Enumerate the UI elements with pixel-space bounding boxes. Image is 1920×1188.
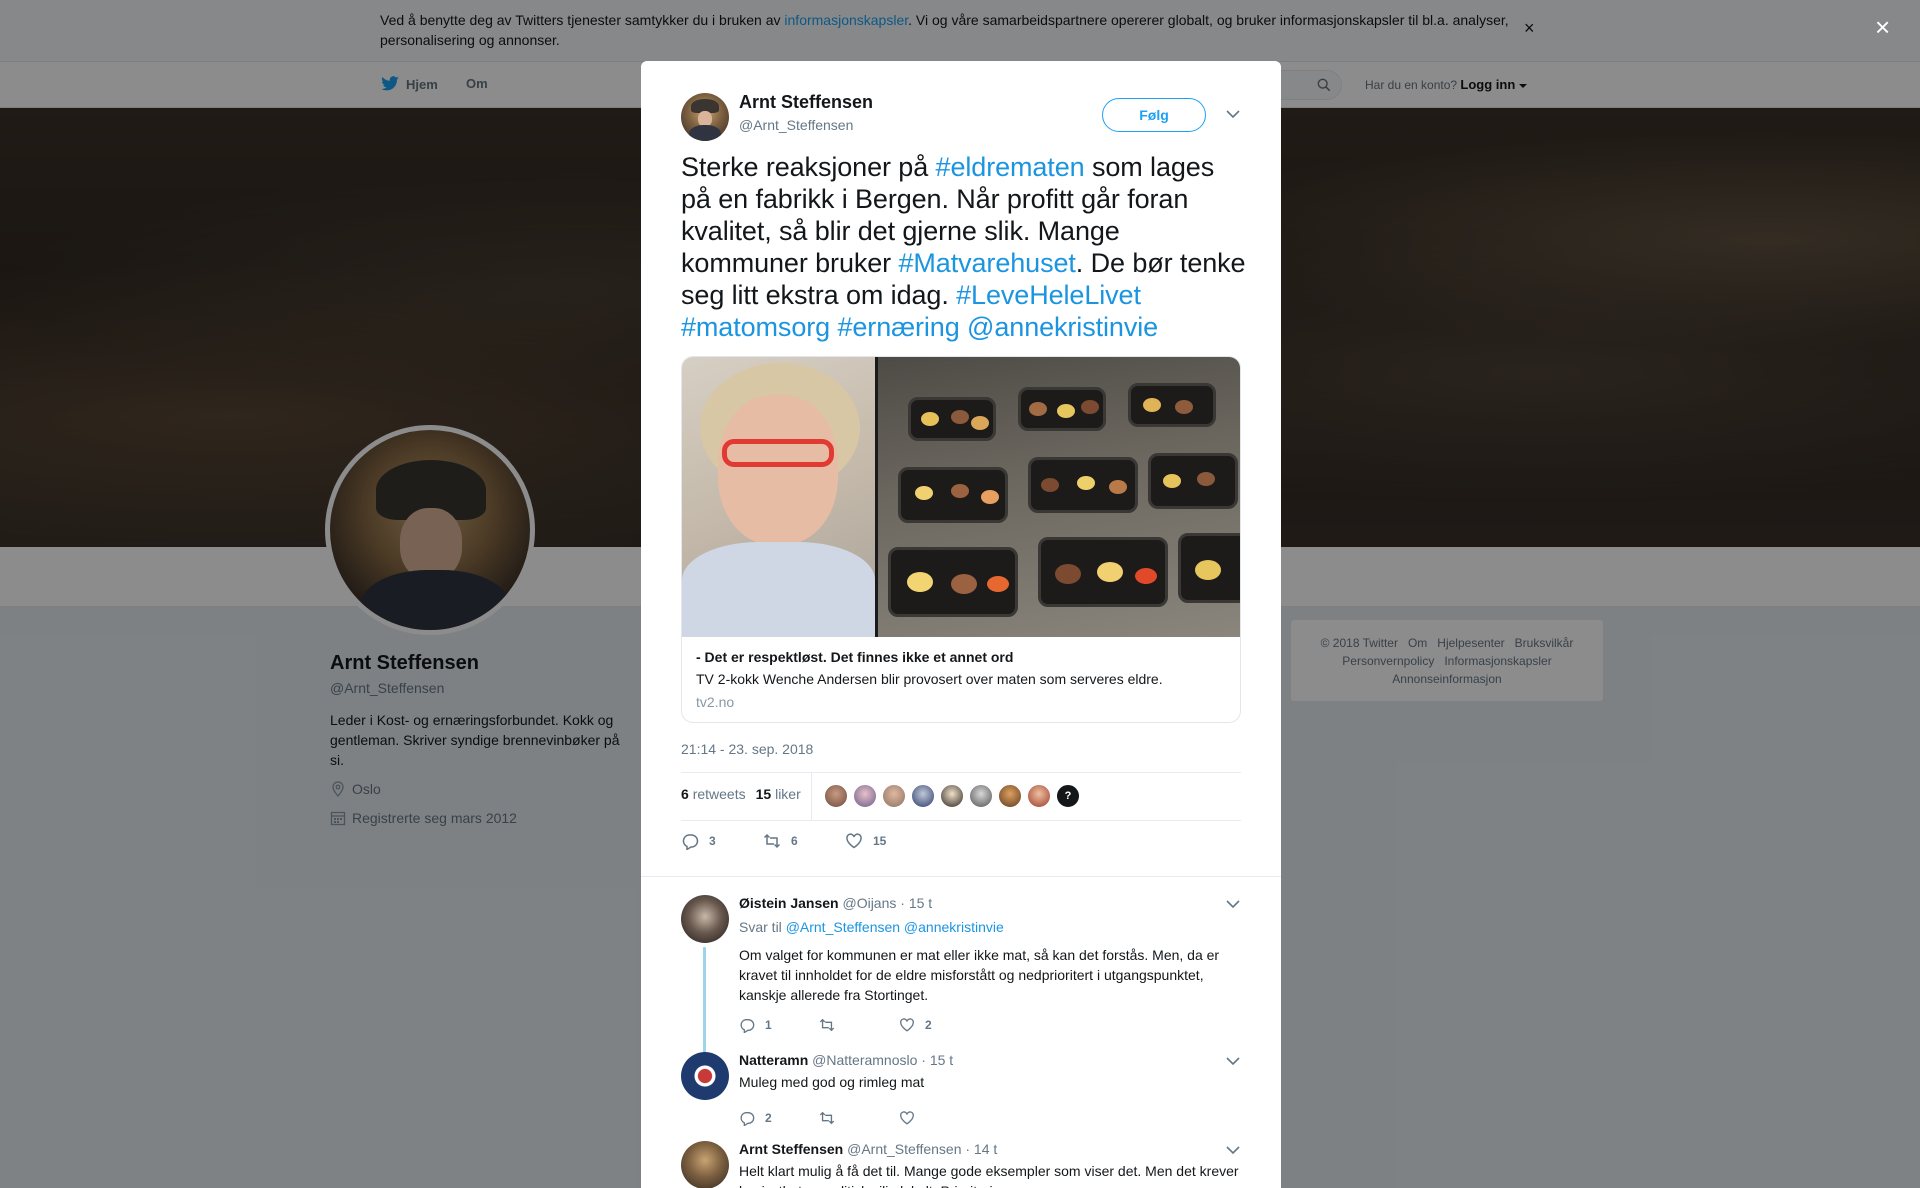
- chevron-down-icon[interactable]: [1226, 899, 1240, 909]
- reply-header: Arnt Steffensen @Arnt_Steffensen · 14 t: [739, 1141, 997, 1157]
- retweet-action[interactable]: 6: [763, 832, 845, 850]
- author-name[interactable]: Arnt Steffensen: [739, 92, 873, 113]
- reply-to-mentions[interactable]: @Arnt_Steffensen @annekristinvie: [786, 919, 1004, 935]
- reply-to-line: Svar til @Arnt_Steffensen @annekristinvi…: [739, 919, 1004, 935]
- liker-avatar[interactable]: [998, 784, 1022, 808]
- retweet-icon: [819, 1111, 835, 1125]
- liker-avatar[interactable]: [1027, 784, 1051, 808]
- liker-avatar[interactable]: [911, 784, 935, 808]
- like-count: 15: [873, 834, 887, 848]
- tweet-text: Sterke reaksjoner på #eldrematen som lag…: [681, 151, 1249, 343]
- reply-author-name[interactable]: Natteramn: [739, 1052, 808, 1068]
- follow-button[interactable]: Følg: [1102, 98, 1206, 132]
- reply-action[interactable]: 2: [739, 1110, 819, 1126]
- tweet-hashtag-link[interactable]: #matomsorg: [681, 312, 830, 342]
- reply-time[interactable]: · 15 t: [900, 895, 932, 911]
- reply-action[interactable]: 1: [739, 1017, 819, 1033]
- likes-stat[interactable]: 15 liker: [756, 786, 801, 802]
- heart-icon: [900, 1018, 914, 1032]
- reply-author-name[interactable]: Øistein Jansen: [739, 895, 839, 911]
- reply-author-handle[interactable]: @Arnt_Steffensen: [847, 1141, 961, 1157]
- reply-time[interactable]: · 14 t: [965, 1141, 997, 1157]
- heart-icon: [900, 1111, 914, 1125]
- reply-count: 3: [709, 834, 716, 848]
- card-image-food-trays: [878, 357, 1240, 637]
- retweets-label: retweets: [692, 786, 746, 802]
- retweet-action[interactable]: [819, 1110, 899, 1126]
- retweet-icon: [819, 1018, 835, 1032]
- reply-author-name[interactable]: Arnt Steffensen: [739, 1141, 843, 1157]
- reply-icon: [740, 1019, 755, 1033]
- card-domain: tv2.no: [696, 694, 735, 710]
- reply-actions: 2: [739, 1110, 979, 1126]
- liker-avatar[interactable]: [969, 784, 993, 808]
- reply-text: Muleg med god og rimleg mat: [739, 1074, 925, 1090]
- reply-avatar[interactable]: [681, 895, 729, 943]
- tweet-actions: 3 6 15: [681, 832, 886, 850]
- reply-header: Natteramn @Natteramnoslo · 15 t: [739, 1052, 953, 1068]
- reply-text: Helt klart mulig å få det til. Mange god…: [739, 1163, 1239, 1188]
- likes-label: liker: [775, 786, 801, 802]
- reply-count: 2: [765, 1111, 772, 1125]
- tweet-hashtag-link[interactable]: #ernæring: [837, 312, 959, 342]
- reply-action[interactable]: 3: [681, 832, 763, 850]
- heart-icon: [846, 833, 862, 849]
- tweet-hashtag-link[interactable]: #eldrematen: [936, 152, 1085, 182]
- tweet-hashtag-link[interactable]: #LeveHeleLivet: [956, 280, 1141, 310]
- author-handle[interactable]: @Arnt_Steffensen: [739, 117, 853, 133]
- tweet-timestamp[interactable]: 21:14 - 23. sep. 2018: [681, 741, 813, 757]
- chevron-down-icon[interactable]: [1226, 1145, 1240, 1155]
- close-modal-button[interactable]: ×: [1875, 12, 1890, 43]
- reply-time[interactable]: · 15 t: [921, 1052, 953, 1068]
- reply-header: Øistein Jansen @Oijans · 15 t: [739, 895, 932, 911]
- reply-avatar[interactable]: [681, 1141, 729, 1188]
- retweet-action[interactable]: [819, 1017, 899, 1033]
- liker-avatar[interactable]: [824, 784, 848, 808]
- reply-avatar[interactable]: [681, 1052, 729, 1100]
- like-action[interactable]: [899, 1110, 979, 1126]
- reply-icon: [740, 1112, 755, 1126]
- chevron-down-icon[interactable]: [1226, 1056, 1240, 1066]
- like-action[interactable]: 2: [899, 1017, 979, 1033]
- reply-to-label: Svar til: [739, 919, 782, 935]
- like-action[interactable]: 15: [845, 832, 886, 850]
- likes-count: 15: [755, 786, 772, 802]
- reply-actions: 1 2: [739, 1017, 979, 1033]
- retweet-count: 6: [791, 834, 798, 848]
- reply-author-handle[interactable]: @Oijans: [842, 895, 896, 911]
- card-image-portrait: [682, 357, 875, 637]
- likers-avatars: ?: [824, 784, 1080, 808]
- retweets-count: 6: [681, 786, 689, 802]
- card-title: - Det er respektløst. Det finnes ikke et…: [696, 649, 1014, 665]
- like-count: 2: [925, 1018, 932, 1032]
- card-image: [682, 357, 1240, 637]
- liker-avatar-more[interactable]: ?: [1056, 784, 1080, 808]
- retweet-icon: [763, 833, 781, 849]
- tweet-hashtag-link[interactable]: @annekristinvie: [967, 312, 1158, 342]
- tweet-stats: 6 retweets 15 liker: [681, 786, 801, 802]
- author-avatar[interactable]: [681, 93, 729, 141]
- liker-avatar[interactable]: [882, 784, 906, 808]
- reply-icon: [682, 834, 699, 850]
- retweets-stat[interactable]: 6 retweets: [681, 786, 746, 802]
- liker-avatar[interactable]: [940, 784, 964, 808]
- tweet-modal: Arnt Steffensen @Arnt_Steffensen Følg St…: [641, 61, 1281, 1188]
- reply-author-handle[interactable]: @Natteramnoslo: [812, 1052, 917, 1068]
- reply-text: Om valget for kommunen er mat eller ikke…: [739, 947, 1220, 1003]
- tweet-text-segment: Sterke reaksjoner på: [681, 152, 936, 182]
- tweet-text-segment: [960, 312, 967, 342]
- chevron-down-icon[interactable]: [1226, 109, 1240, 119]
- card-description: TV 2-kokk Wenche Andersen blir provosert…: [696, 671, 1163, 687]
- reply-count: 1: [765, 1018, 772, 1032]
- link-card[interactable]: - Det er respektløst. Det finnes ikke et…: [681, 356, 1241, 723]
- liker-avatar[interactable]: [853, 784, 877, 808]
- tweet-hashtag-link[interactable]: #Matvarehuset: [898, 248, 1075, 278]
